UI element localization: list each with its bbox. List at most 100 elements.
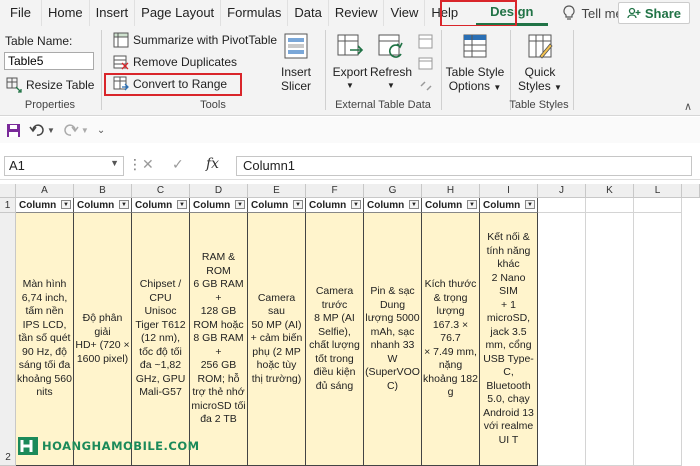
resize-table-label: Resize Table xyxy=(26,78,95,92)
column-header[interactable]: A xyxy=(16,184,74,198)
redo-dropdown-icon[interactable]: ▼ xyxy=(81,126,89,135)
table-data-cell[interactable]: Độ phân giải HD+ (720 × 1600 pixel) xyxy=(74,213,132,466)
column-header[interactable]: C xyxy=(132,184,190,198)
table-header-label: Column xyxy=(367,199,405,211)
cell[interactable] xyxy=(586,213,634,466)
save-icon[interactable] xyxy=(6,123,21,138)
collapse-ribbon-icon[interactable]: ∧ xyxy=(684,100,692,113)
undo-icon[interactable] xyxy=(29,123,45,137)
tab-file[interactable]: File xyxy=(0,0,41,26)
filter-dropdown-icon[interactable]: ▼ xyxy=(235,200,245,209)
quick-styles-button[interactable]: Quick Styles ▼ xyxy=(514,32,566,95)
table-header-label: Column xyxy=(19,199,57,211)
undo-dropdown-icon[interactable]: ▼ xyxy=(47,126,55,135)
tab-data[interactable]: Data xyxy=(288,0,327,26)
column-header[interactable]: I xyxy=(480,184,538,198)
filter-dropdown-icon[interactable]: ▼ xyxy=(351,200,361,209)
table-data-cell[interactable]: Màn hình 6,74 inch, tấm nền IPS LCD, tần… xyxy=(16,213,74,466)
group-divider xyxy=(101,30,102,110)
column-header[interactable]: H xyxy=(422,184,480,198)
table-header-cell[interactable]: Column ▼ xyxy=(190,198,248,213)
chevron-down-icon: ▼ xyxy=(554,83,562,92)
lightbulb-icon xyxy=(562,5,575,20)
quick-styles-label-2: Styles ▼ xyxy=(518,79,562,93)
chevron-down-icon: ▼ xyxy=(493,83,502,92)
cancel-icon[interactable]: ✕ xyxy=(142,156,154,173)
convert-to-range-highlight xyxy=(104,73,242,96)
table-header-cell[interactable]: Column ▼ xyxy=(306,198,364,213)
table-header-cell[interactable]: Column ▼ xyxy=(480,198,538,213)
select-all-corner[interactable] xyxy=(0,184,16,198)
table-name-input[interactable] xyxy=(4,52,94,70)
column-header[interactable]: D xyxy=(190,184,248,198)
cell[interactable] xyxy=(586,198,634,213)
group-label-properties: Properties xyxy=(24,99,76,111)
tab-formulas[interactable]: Formulas xyxy=(221,0,287,26)
table-data-cell[interactable]: Kết nối & tính năng khác 2 Nano SIM + 1 … xyxy=(480,213,538,466)
filter-dropdown-icon[interactable]: ▼ xyxy=(61,200,71,209)
table-data-cell[interactable]: Pin & sạc Dung lượng 5000 mAh, sạc nhanh… xyxy=(364,213,422,466)
row-header[interactable]: 2 xyxy=(0,213,16,466)
filter-dropdown-icon[interactable]: ▼ xyxy=(177,200,187,209)
insert-function-icon[interactable]: fx xyxy=(206,156,219,172)
share-button[interactable]: Share xyxy=(617,2,690,24)
row-header[interactable]: 1 xyxy=(0,198,16,213)
tell-me-search[interactable]: Tell me xyxy=(562,5,623,21)
design-tab-highlight xyxy=(440,0,517,27)
unlink-button[interactable] xyxy=(418,78,434,94)
export-button[interactable]: Export ▼ xyxy=(330,32,370,93)
tab-review[interactable]: Review xyxy=(329,0,384,26)
column-header[interactable]: G xyxy=(364,184,422,198)
quick-styles-label-1: Quick xyxy=(524,65,556,79)
tab-insert[interactable]: Insert xyxy=(90,0,135,26)
insert-slicer-button[interactable]: Insert Slicer xyxy=(274,32,318,93)
column-header[interactable]: F xyxy=(306,184,364,198)
column-header[interactable]: J xyxy=(538,184,586,198)
filter-dropdown-icon[interactable]: ▼ xyxy=(293,200,303,209)
properties-small-button[interactable] xyxy=(418,34,434,50)
filter-dropdown-icon[interactable]: ▼ xyxy=(467,200,477,209)
table-header-cell[interactable]: Column ▼ xyxy=(16,198,74,213)
tab-view[interactable]: View xyxy=(384,0,424,26)
remove-duplicates-icon xyxy=(113,55,129,70)
column-header[interactable] xyxy=(682,184,700,198)
resize-table-button[interactable]: Resize Table xyxy=(6,77,94,93)
cell[interactable] xyxy=(634,198,682,213)
column-header[interactable]: L xyxy=(634,184,682,198)
cell[interactable] xyxy=(538,198,586,213)
table-data-cell[interactable]: Camera trước 8 MP (AI Selfie), chất lượn… xyxy=(306,213,364,466)
tab-page-layout[interactable]: Page Layout xyxy=(135,0,220,26)
remove-duplicates-button[interactable]: Remove Duplicates xyxy=(113,54,237,70)
tab-home[interactable]: Home xyxy=(42,0,89,26)
formula-input[interactable]: Column1 xyxy=(236,156,692,176)
column-header[interactable]: K xyxy=(586,184,634,198)
open-in-browser-button[interactable] xyxy=(418,56,434,72)
name-box[interactable]: A1 ▼ xyxy=(4,156,124,176)
column-header[interactable]: E xyxy=(248,184,306,198)
summarize-pivot-button[interactable]: Summarize with PivotTable xyxy=(113,32,277,48)
cell[interactable] xyxy=(538,213,586,466)
table-header-cell[interactable]: Column ▼ xyxy=(74,198,132,213)
cell[interactable] xyxy=(634,213,682,466)
table-data-cell[interactable]: Chipset / CPU Unisoc Tiger T612 (12 nm),… xyxy=(132,213,190,466)
table-data-cell[interactable]: Camera sau 50 MP (AI) + cảm biến phụ (2 … xyxy=(248,213,306,466)
table-data-cell[interactable]: RAM & ROM 6 GB RAM + 128 GB ROM hoặc 8 G… xyxy=(190,213,248,466)
enter-icon[interactable]: ✓ xyxy=(172,156,184,173)
table-data-cell[interactable]: Kích thước & trọng lượng 167.3 × 76.7 × … xyxy=(422,213,480,466)
more-options-icon[interactable]: ⋮ xyxy=(128,156,142,173)
table-header-cell[interactable]: Column ▼ xyxy=(248,198,306,213)
table-header-cell[interactable]: Column ▼ xyxy=(422,198,480,213)
worksheet-grid: ABCDEFGHIJKL 1 2 Column ▼ Màn hình 6,74 in… xyxy=(0,184,700,466)
refresh-label: Refresh xyxy=(370,65,413,79)
filter-dropdown-icon[interactable]: ▼ xyxy=(119,200,129,209)
table-header-cell[interactable]: Column ▼ xyxy=(132,198,190,213)
refresh-button[interactable]: Refresh ▼ xyxy=(370,32,412,93)
filter-dropdown-icon[interactable]: ▼ xyxy=(409,200,419,209)
filter-dropdown-icon[interactable]: ▼ xyxy=(525,200,535,209)
column-header[interactable]: B xyxy=(74,184,132,198)
table-style-options-label-2: Options ▼ xyxy=(448,79,502,93)
table-style-options-button[interactable]: Table Style Options ▼ xyxy=(444,32,506,95)
redo-icon[interactable] xyxy=(63,123,79,137)
table-header-cell[interactable]: Column ▼ xyxy=(364,198,422,213)
customize-toolbar-icon[interactable]: ⌄ xyxy=(97,125,105,136)
